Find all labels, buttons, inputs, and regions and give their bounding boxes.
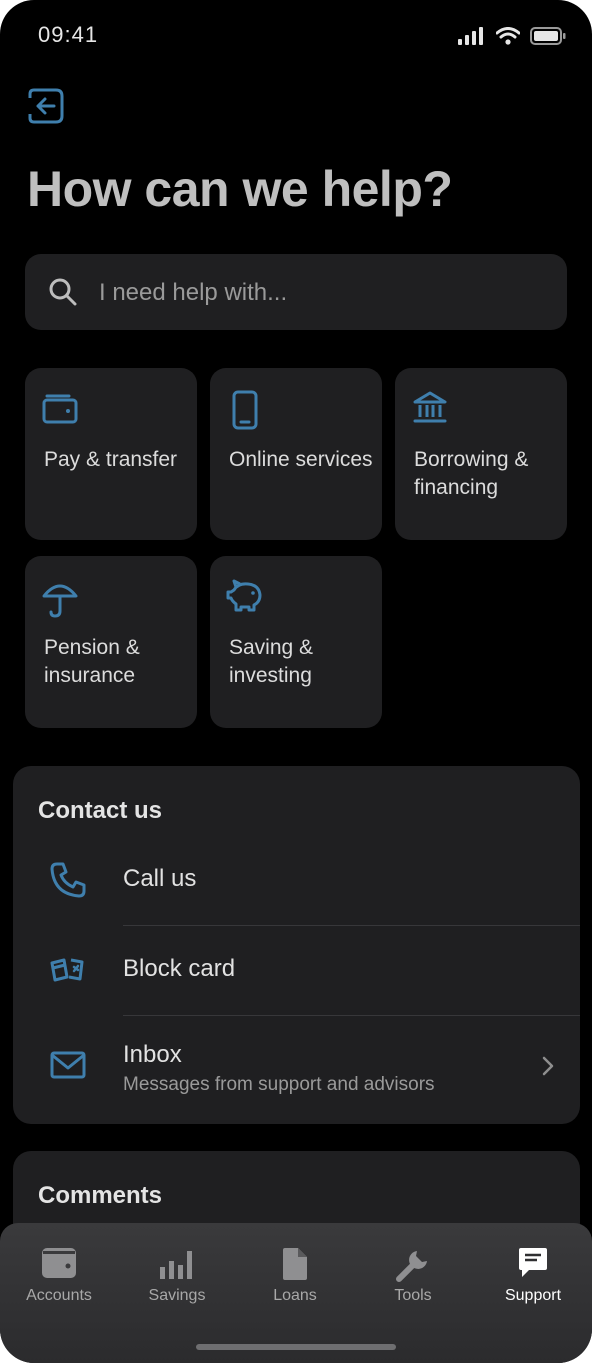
tab-support[interactable]: Support — [474, 1223, 592, 1323]
contact-us-card: Contact us Call us Block card Inbox Mess… — [13, 766, 580, 1124]
tab-label: Tools — [394, 1287, 432, 1304]
topic-tile-borrowing-financing[interactable]: Borrowing & financing — [395, 368, 567, 540]
home-indicator — [196, 1344, 396, 1350]
wrench-icon — [396, 1251, 427, 1282]
topic-label: Online services — [229, 448, 373, 471]
wifi-icon — [496, 27, 520, 45]
umbrella-icon — [42, 584, 78, 618]
tab-label: Savings — [148, 1287, 206, 1304]
chat-icon — [519, 1248, 547, 1277]
section-title: Contact us — [38, 797, 163, 824]
contact-item-label: Call us — [123, 865, 197, 892]
topic-label: Borrowing & financing — [414, 448, 529, 499]
status-bar: 09:41 — [0, 0, 592, 70]
tab-tools[interactable]: Tools — [354, 1223, 472, 1323]
wallet-icon — [42, 394, 78, 424]
block-card-icon — [50, 958, 84, 982]
tab-label: Support — [504, 1287, 562, 1304]
search-icon — [49, 278, 77, 306]
contact-item-block-card[interactable]: Block card — [13, 925, 580, 1015]
topic-tile-online-services[interactable]: Online services — [210, 368, 382, 540]
wallet-icon — [42, 1248, 76, 1278]
tab-savings[interactable]: Savings — [118, 1223, 236, 1323]
bank-icon — [413, 391, 447, 423]
topic-label: Saving & investing — [229, 636, 314, 687]
phone-icon — [50, 862, 86, 898]
topic-tile-pension-insurance[interactable]: Pension & insurance — [25, 556, 197, 728]
search-bar[interactable] — [25, 254, 567, 330]
topic-tile-pay-transfer[interactable]: Pay & transfer — [25, 368, 197, 540]
piggy-bank-icon — [226, 579, 262, 612]
contact-item-inbox[interactable]: Inbox Messages from support and advisors — [13, 1015, 580, 1115]
document-icon — [283, 1248, 307, 1280]
contact-item-call-us[interactable]: Call us — [13, 835, 580, 925]
tab-bar: Accounts Savings Loans Tools Support — [0, 1223, 592, 1363]
topic-label: Pension & insurance — [44, 636, 140, 687]
tab-accounts[interactable]: Accounts — [0, 1223, 118, 1323]
phone-screen: 09:41 How can we help? I need help with.… — [0, 0, 592, 1363]
chevron-right-icon — [542, 1056, 554, 1076]
tab-label: Accounts — [26, 1287, 92, 1304]
smartphone-icon — [232, 390, 258, 430]
tab-label: Loans — [273, 1287, 317, 1304]
contact-item-label: Inbox — [123, 1041, 182, 1068]
topic-tile-saving-investing[interactable]: Saving & investing — [210, 556, 382, 728]
status-time: 09:41 — [38, 22, 99, 47]
topic-label: Pay & transfer — [44, 448, 178, 471]
page-title: How can we help? — [27, 161, 453, 217]
mail-icon — [50, 1051, 86, 1079]
battery-icon — [530, 27, 566, 45]
back-button[interactable] — [26, 86, 66, 126]
contact-item-label: Block card — [123, 955, 236, 982]
cellular-signal-icon — [458, 27, 483, 45]
section-title: Comments — [38, 1182, 163, 1209]
sign-in-arrow-icon — [28, 88, 64, 124]
tab-loans[interactable]: Loans — [236, 1223, 354, 1323]
bar-chart-icon — [160, 1251, 192, 1279]
search-input[interactable] — [97, 272, 541, 314]
status-icons — [458, 27, 566, 45]
contact-item-sublabel: Messages from support and advisors — [123, 1074, 435, 1095]
